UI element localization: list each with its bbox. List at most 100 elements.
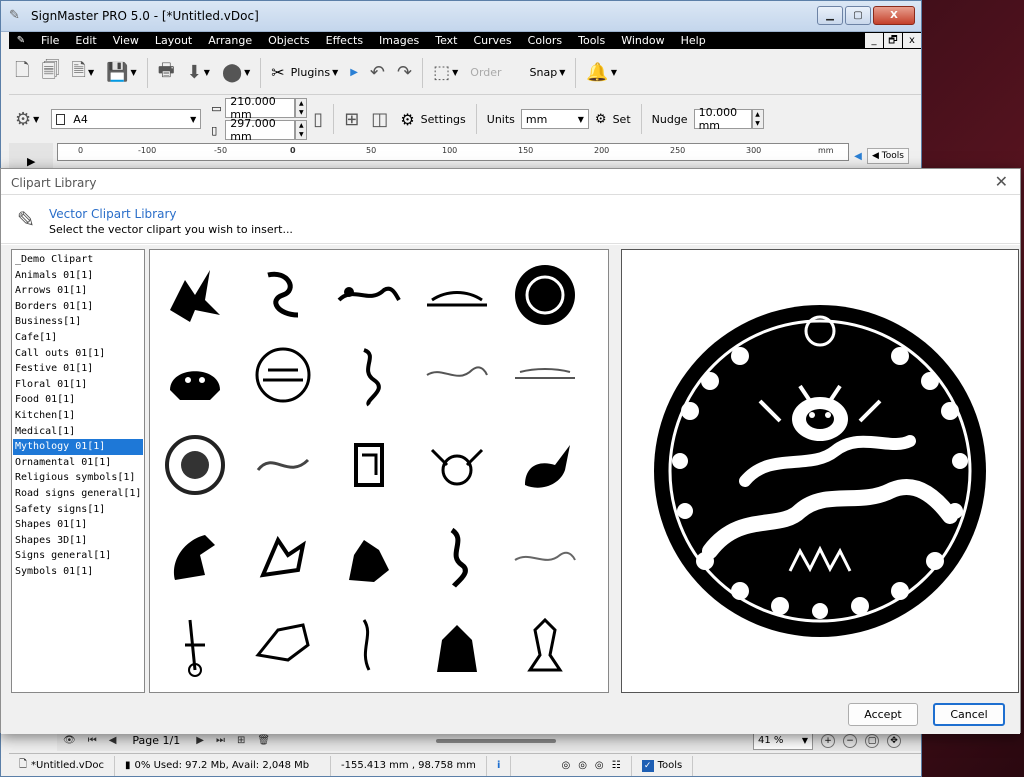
clipart-thumbnail[interactable] [334,520,404,590]
category-item[interactable]: Borders 01[1] [13,299,143,315]
zoom-out-icon[interactable]: − [843,733,857,748]
document-icon[interactable]: ✎ [9,35,33,46]
clipart-thumbnail[interactable] [334,260,404,330]
nudge-field[interactable]: 10.000 mm [693,106,752,132]
clipart-thumbnail[interactable] [160,520,230,590]
height-stepper[interactable]: ▲ ▼ [295,120,308,140]
prev-page-button[interactable]: ◀ [103,735,123,746]
category-item[interactable]: Safety signs[1] [13,502,143,518]
info-icon[interactable]: i [487,755,512,776]
order-button[interactable]: Order [464,57,507,89]
select-mode-button[interactable]: ⬚ ▼ [427,57,464,89]
clipart-thumbnail[interactable] [422,610,492,680]
category-item[interactable]: Ornamental 01[1] [13,455,143,471]
tools-panel-button[interactable]: ◀ Tools [867,148,909,164]
menu-colors[interactable]: Colors [520,32,570,49]
new-document-button[interactable]: 🗋 [9,57,35,89]
clipart-thumbnail[interactable] [510,340,580,410]
view-mode-3-icon[interactable]: ◎ [595,760,604,771]
import-button[interactable]: 🗎 ▼ [65,57,100,89]
menu-view[interactable]: View [105,32,147,49]
category-item[interactable]: Arrows 01[1] [13,283,143,299]
mdi-close-button[interactable]: x [903,33,921,48]
clipart-thumbnail[interactable] [248,520,318,590]
width-stepper[interactable]: ▲ ▼ [295,98,308,118]
pot-button[interactable]: ⬤ ▼ [216,57,256,89]
clipart-thumbnail[interactable] [422,260,492,330]
clipart-thumbnail[interactable] [248,340,318,410]
clipart-thumbnail[interactable] [422,340,492,410]
cancel-button[interactable]: Cancel [933,703,1005,726]
clipart-thumbnail[interactable] [248,610,318,680]
portrait-button[interactable]: ▯ [307,103,329,135]
add-page-button[interactable]: ⊞ [338,103,365,135]
menu-images[interactable]: Images [371,32,427,49]
category-item[interactable]: Cafe[1] [13,330,143,346]
undo-button[interactable]: ↶ [364,57,391,89]
category-item[interactable]: Symbols 01[1] [13,564,143,580]
next-page-button[interactable]: ▶ [190,735,210,746]
pointer-tool-icon[interactable]: ▶ [27,155,35,168]
close-button[interactable]: X [873,6,915,25]
save-button[interactable]: 💾 ▼ [100,57,143,89]
menu-curves[interactable]: Curves [465,32,519,49]
settings-button[interactable]: ⚙ Settings [394,103,471,135]
category-item[interactable]: Shapes 3D[1] [13,533,143,549]
open-button[interactable]: 🗐 [35,57,65,89]
category-list[interactable]: _Demo Clipart Animals 01[1] Arrows 01[1]… [11,249,145,693]
cut-button[interactable]: ⬇ ▼ [181,57,216,89]
tools-settings-button[interactable]: ⚙ ▼ [9,103,45,135]
category-item[interactable]: _Demo Clipart [13,252,143,268]
category-item[interactable]: Food 01[1] [13,392,143,408]
bell-button[interactable]: 🔔 ▼ [580,57,623,89]
minimize-button[interactable]: ▁ [817,6,843,25]
clipart-thumbnail[interactable] [510,260,580,330]
clipart-thumbnail[interactable] [160,260,230,330]
category-item[interactable]: Business[1] [13,314,143,330]
expand-arrow-button[interactable]: ▶ [344,57,364,89]
page-size-select[interactable]: A4 ▼ [51,109,202,129]
menu-tools[interactable]: Tools [570,32,613,49]
zoom-in-icon[interactable]: + [821,733,835,748]
plugins-button[interactable]: ✂ Plugins ▼ [265,57,344,89]
clipart-thumbnail[interactable] [334,430,404,500]
delete-page-icon[interactable]: 🗑 [251,735,276,746]
clipart-thumbnail[interactable] [334,610,404,680]
menu-text[interactable]: Text [427,32,465,49]
clipart-thumbnail[interactable] [334,340,404,410]
clipart-thumbnail[interactable] [160,430,230,500]
redo-button[interactable]: ↷ [391,57,418,89]
clipart-thumbnail[interactable] [248,430,318,500]
dialog-close-icon[interactable]: ✕ [995,172,1008,191]
set-button[interactable]: ⚙ Set [589,103,637,135]
snap-button[interactable]: Snap ▼ [524,57,572,89]
zoom-fit-icon[interactable]: ▢ [865,733,879,748]
menu-help[interactable]: Help [673,32,714,49]
menu-layout[interactable]: Layout [147,32,200,49]
height-field[interactable]: 297.000 mm [225,117,296,143]
checkbox-checked-icon[interactable]: ✓ [641,759,654,772]
maximize-button[interactable]: ▢ [845,6,871,25]
category-item[interactable]: Road signs general[1] [13,486,143,502]
category-item[interactable]: Floral 01[1] [13,377,143,393]
category-item-selected[interactable]: Mythology 01[1] [13,439,143,455]
clipart-thumbnail[interactable] [510,430,580,500]
mdi-minimize-button[interactable]: _ [865,33,883,48]
view-mode-4-icon[interactable]: ☷ [612,760,621,771]
menu-file[interactable]: File [33,32,67,49]
zoom-select[interactable]: 41 % ▼ [753,731,813,750]
units-select[interactable]: mm ▼ [520,109,589,129]
category-item[interactable]: Animals 01[1] [13,268,143,284]
mdi-restore-button[interactable]: 🗗 [884,33,902,48]
collapse-arrow-icon[interactable]: ◀ [849,151,867,162]
category-item[interactable]: Religious symbols[1] [13,470,143,486]
menu-effects[interactable]: Effects [318,32,371,49]
category-item[interactable]: Shapes 01[1] [13,517,143,533]
first-page-button[interactable]: ⏮ [82,735,103,746]
clipart-thumbnail[interactable] [510,610,580,680]
last-page-button[interactable]: ⏭ [210,735,231,746]
category-item[interactable]: Festive 01[1] [13,361,143,377]
category-item[interactable]: Call outs 01[1] [13,346,143,362]
clipart-thumbnail[interactable] [248,260,318,330]
menu-objects[interactable]: Objects [260,32,318,49]
